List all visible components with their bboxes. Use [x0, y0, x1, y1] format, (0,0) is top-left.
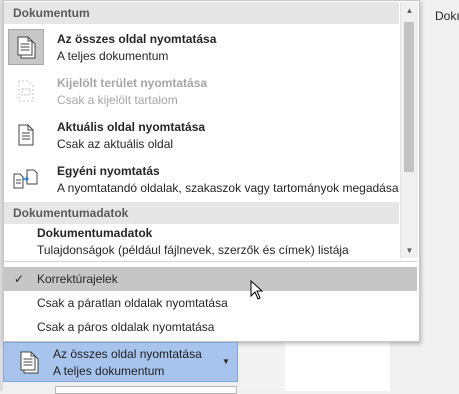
divider: [4, 261, 417, 262]
custom-print-icon: [8, 161, 44, 197]
option-description: A teljes dokumentum: [57, 49, 169, 63]
option-custom-print[interactable]: Egyéni nyomtatás A nyomtatandó oldalak, …: [4, 157, 399, 201]
scroll-up-arrow-icon[interactable]: ▲: [401, 2, 418, 18]
toggle-markup[interactable]: ✓ Korrektúrajelek: [4, 267, 417, 291]
toggle-label: Csak a páratlan oldalak nyomtatása: [37, 296, 228, 310]
option-document-info[interactable]: Dokumentumadatok Tulajdonságok (például …: [4, 220, 399, 259]
selection-icon: [8, 73, 44, 109]
option-description: Tulajdonságok (például fájlnevek, szerző…: [37, 243, 349, 257]
dropdown-scrollbar[interactable]: ▲ ▼: [400, 2, 418, 258]
chevron-down-icon[interactable]: ▼: [222, 357, 230, 366]
current-page-icon: [8, 117, 44, 153]
option-print-current-page[interactable]: Aktuális oldal nyomtatása Csak az aktuál…: [4, 113, 399, 157]
toggle-label: Korrektúrajelek: [37, 272, 118, 286]
option-print-all-pages[interactable]: Az összes oldal nyomtatása A teljes doku…: [4, 25, 399, 69]
pages-input[interactable]: [55, 386, 237, 394]
option-title: Dokumentumadatok: [37, 226, 153, 240]
document-pages-icon: [8, 29, 44, 65]
side-label: Dokı: [435, 9, 459, 23]
dropdown-list: Dokumentum Az összes oldal nyomtatása A …: [4, 1, 399, 259]
option-description: Csak a kijelölt tartalom: [57, 93, 178, 107]
option-title: Az összes oldal nyomtatása: [57, 32, 217, 46]
option-title: Kijelölt terület nyomtatása: [57, 76, 208, 90]
selector-title: Az összes oldal nyomtatása: [53, 347, 202, 361]
scroll-down-arrow-icon[interactable]: ▼: [401, 242, 418, 258]
toggle-label: Csak a páros oldalak nyomtatása: [37, 320, 215, 334]
option-description: A nyomtatandó oldalak, szakaszok vagy ta…: [57, 181, 399, 195]
option-print-selection[interactable]: Kijelölt terület nyomtatása Csak a kijel…: [4, 69, 399, 113]
print-range-dropdown: Dokumentum Az összes oldal nyomtatása A …: [3, 0, 420, 342]
toggle-even-pages[interactable]: Csak a páros oldalak nyomtatása: [4, 315, 417, 339]
option-title: Aktuális oldal nyomtatása: [57, 120, 206, 134]
scroll-thumb[interactable]: [404, 22, 414, 172]
document-pages-icon: [14, 346, 44, 378]
option-description: Csak az aktuális oldal: [57, 137, 174, 151]
selector-description: A teljes dokumentum: [53, 364, 165, 378]
section-header-dokumentum: Dokumentum: [4, 2, 399, 24]
mouse-pointer-icon: [250, 279, 264, 303]
toggle-odd-pages[interactable]: Csak a páratlan oldalak nyomtatása: [4, 291, 417, 315]
check-icon: ✓: [14, 272, 25, 286]
option-title: Egyéni nyomtatás: [57, 164, 160, 178]
print-range-selector[interactable]: Az összes oldal nyomtatása A teljes doku…: [3, 342, 238, 382]
